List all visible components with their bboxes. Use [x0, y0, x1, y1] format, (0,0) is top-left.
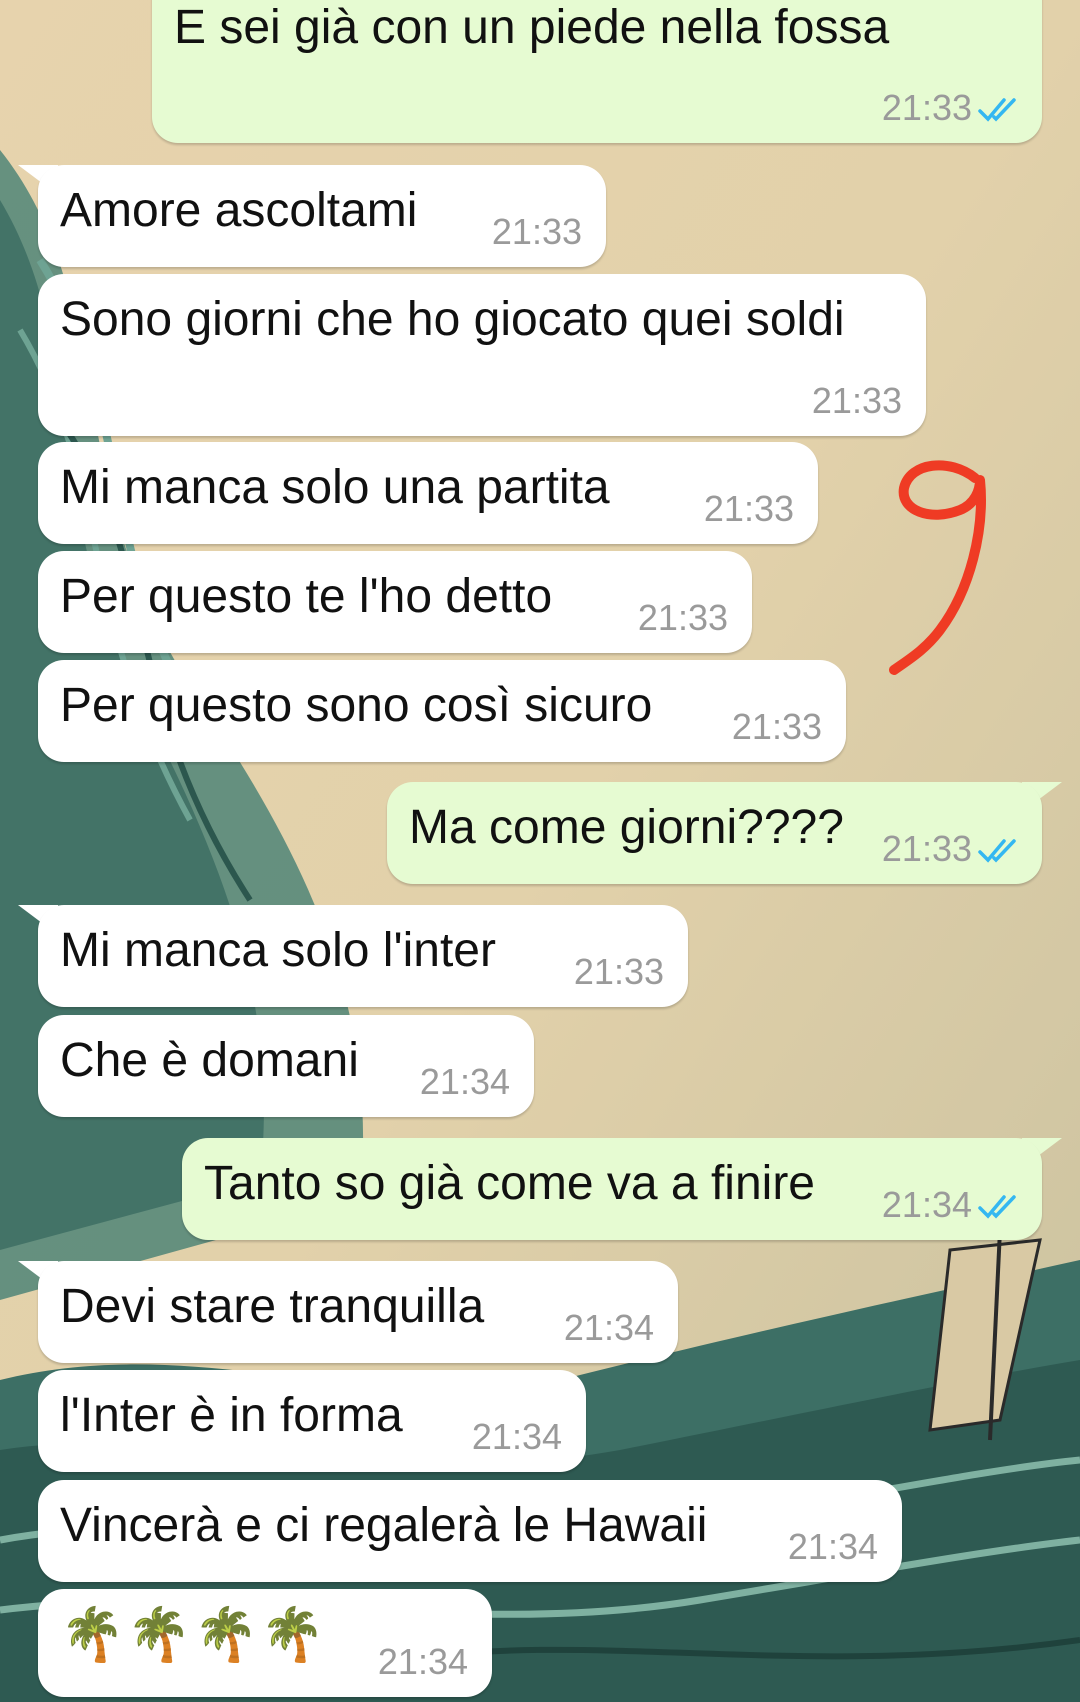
message-bubble-incoming[interactable]: Per questo te l'ho detto 21:33 — [38, 551, 752, 653]
message-bubble-incoming[interactable]: Che è domani 21:34 — [38, 1015, 534, 1117]
message-bubble-outgoing[interactable]: E sei già con un piede nella fossa 21:33 — [152, 0, 1042, 143]
message-timestamp: 21:33 — [731, 706, 822, 747]
message-timestamp: 21:34 — [377, 1641, 468, 1682]
message-bubble-incoming[interactable]: Devi stare tranquilla 21:34 — [38, 1261, 678, 1363]
message-text: Tanto so già come va a finire — [204, 1157, 815, 1210]
message-text: Vincerà e ci regalerà le Hawaii — [60, 1499, 708, 1552]
message-timestamp: 21:33 — [881, 87, 972, 128]
message-bubble-incoming[interactable]: Sono giorni che ho giocato quei soldi 21… — [38, 274, 926, 436]
message-bubble-outgoing[interactable]: Ma come giorni???? 21:33 — [387, 782, 1042, 884]
message-emoji-text: 🌴🌴🌴🌴 — [60, 1606, 327, 1664]
message-timestamp: 21:33 — [881, 828, 972, 869]
read-double-check-icon — [978, 1195, 1016, 1219]
message-timestamp: 21:33 — [637, 597, 728, 638]
message-timestamp: 21:33 — [811, 380, 902, 421]
message-timestamp: 21:34 — [881, 1184, 972, 1225]
message-text: l'Inter è in forma — [60, 1389, 403, 1442]
message-text: Devi stare tranquilla — [60, 1280, 485, 1333]
message-timestamp: 21:34 — [419, 1061, 510, 1102]
message-bubble-incoming[interactable]: Mi manca solo l'inter 21:33 — [38, 905, 688, 1007]
message-timestamp: 21:34 — [563, 1307, 654, 1348]
message-text: Amore ascoltami — [60, 184, 418, 237]
message-timestamp: 21:33 — [703, 488, 794, 529]
message-text: Mi manca solo una partita — [60, 461, 610, 514]
message-timestamp: 21:33 — [573, 951, 664, 992]
message-timestamp: 21:33 — [491, 211, 582, 252]
message-bubble-incoming[interactable]: Vincerà e ci regalerà le Hawaii 21:34 — [38, 1480, 902, 1582]
message-text: E sei già con un piede nella fossa — [174, 1, 890, 54]
message-bubble-incoming[interactable]: l'Inter è in forma 21:34 — [38, 1370, 586, 1472]
message-bubble-incoming[interactable]: Amore ascoltami 21:33 — [38, 165, 606, 267]
message-text: Per questo sono così sicuro — [60, 679, 653, 732]
message-timestamp: 21:34 — [471, 1416, 562, 1457]
message-text: Per questo te l'ho detto — [60, 570, 553, 623]
message-text: Sono giorni che ho giocato quei soldi — [60, 293, 845, 346]
message-text: Ma come giorni???? — [409, 801, 844, 854]
red-doodle-mark — [889, 460, 986, 675]
message-bubble-incoming[interactable]: Mi manca solo una partita 21:33 — [38, 442, 818, 544]
message-bubble-incoming[interactable]: Per questo sono così sicuro 21:33 — [38, 660, 846, 762]
read-double-check-icon — [978, 839, 1016, 863]
message-bubble-incoming[interactable]: 🌴🌴🌴🌴 21:34 — [38, 1589, 492, 1697]
read-double-check-icon — [978, 98, 1016, 122]
message-text: Mi manca solo l'inter — [60, 924, 496, 977]
message-bubble-outgoing[interactable]: Tanto so già come va a finire 21:34 — [182, 1138, 1042, 1240]
message-timestamp: 21:34 — [787, 1526, 878, 1567]
message-text: Che è domani — [60, 1034, 359, 1087]
